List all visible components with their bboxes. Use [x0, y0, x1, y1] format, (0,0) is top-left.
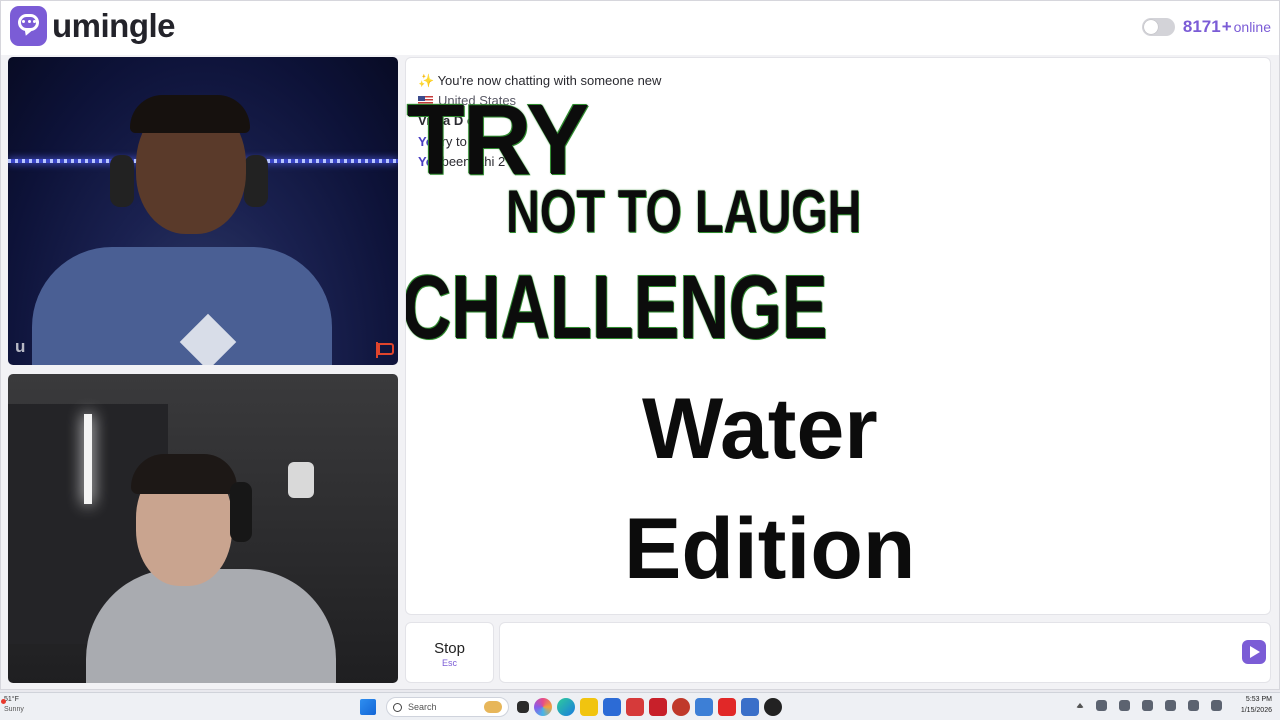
stranger-hoodie: [32, 247, 332, 365]
overlay-edition: Edition: [624, 501, 916, 597]
system-tray: [1064, 700, 1222, 711]
search-label: Search: [408, 702, 437, 712]
chat-log: ✨ You're now chatting with someone new U…: [405, 57, 1271, 615]
tray-app-icon[interactable]: [1096, 700, 1107, 711]
self-hoodie: [86, 569, 336, 683]
background-lamp: [288, 462, 314, 498]
youtube-icon[interactable]: [718, 698, 736, 716]
windows-start-icon[interactable]: [360, 699, 376, 715]
clock-date: 1/15/2026: [1240, 707, 1272, 714]
umingle-app: umingle 8171 + online u ✨ You're now cha…: [0, 0, 1280, 690]
message-input[interactable]: [499, 622, 1271, 683]
stranger-video: u: [8, 57, 398, 365]
report-flag-icon[interactable]: [374, 341, 394, 359]
task-view-icon[interactable]: [517, 701, 529, 713]
search-icon: [393, 702, 402, 712]
overlay-try: TRY: [406, 84, 590, 196]
brand-logo[interactable]: umingle: [10, 6, 176, 46]
send-arrow-icon[interactable]: [1242, 640, 1266, 664]
stop-button[interactable]: Stop Esc: [405, 622, 494, 683]
weather-widget[interactable]: 51°F Sunny: [1, 696, 24, 713]
overlay-challenge: CHALLENGE: [405, 258, 828, 358]
red-app-icon[interactable]: [672, 698, 690, 716]
copilot-icon[interactable]: [534, 698, 552, 716]
volume-icon[interactable]: [1188, 700, 1199, 711]
online-label: online: [1233, 19, 1271, 35]
battery-icon[interactable]: [1211, 700, 1222, 711]
shield-app-icon[interactable]: [741, 698, 759, 716]
chevron-up-icon[interactable]: [1076, 703, 1084, 708]
top-header: umingle 8171 + online: [1, 1, 1279, 55]
search-highlight-icon: [484, 701, 502, 713]
video-watermark: u: [15, 337, 26, 356]
overlay-not-to-laugh: NOT TO LAUGH: [506, 178, 862, 245]
store-icon[interactable]: [603, 698, 621, 716]
online-count: 8171: [1182, 17, 1221, 36]
weather-temp: 51°F: [4, 696, 19, 703]
clock-time: 5:53 PM: [1245, 696, 1272, 703]
window-light: [84, 414, 92, 504]
taskbar-search[interactable]: Search: [386, 697, 509, 717]
taskbar-clock[interactable]: 5:53 PM 1/15/2026: [1241, 696, 1272, 714]
blue-app-icon[interactable]: [695, 698, 713, 716]
self-headphone: [230, 482, 252, 542]
weather-desc: Sunny: [4, 706, 24, 713]
dark-app-icon[interactable]: [764, 698, 782, 716]
taskbar-apps: Search: [360, 697, 787, 717]
weather-alert-icon: [1, 699, 6, 704]
headphone-left: [110, 155, 134, 207]
wifi-icon[interactable]: [1165, 700, 1176, 711]
stop-label: Stop: [434, 640, 465, 657]
self-video: [8, 374, 398, 683]
headphone-right: [244, 155, 268, 207]
edge-browser-icon[interactable]: [557, 698, 575, 716]
chat-bubble-logo-icon: [10, 6, 47, 46]
notification-app-icon[interactable]: [626, 698, 644, 716]
mcafee-icon[interactable]: [649, 698, 667, 716]
self-hair: [131, 454, 237, 494]
online-plus: +: [1221, 17, 1232, 36]
stranger-hair: [130, 95, 250, 133]
microphone-icon[interactable]: [1142, 700, 1153, 711]
brand-name: umingle: [52, 7, 176, 44]
online-toggle[interactable]: [1141, 18, 1175, 36]
stop-shortcut-hint: Esc: [441, 658, 457, 668]
online-indicator: 8171 + online: [1141, 17, 1271, 37]
tray-app-icon[interactable]: [1119, 700, 1130, 711]
windows-taskbar: 51°F Sunny Search 5:53 PM 1/15/2026: [0, 692, 1280, 720]
file-explorer-icon[interactable]: [580, 698, 598, 716]
overlay-water: Water: [642, 381, 878, 477]
